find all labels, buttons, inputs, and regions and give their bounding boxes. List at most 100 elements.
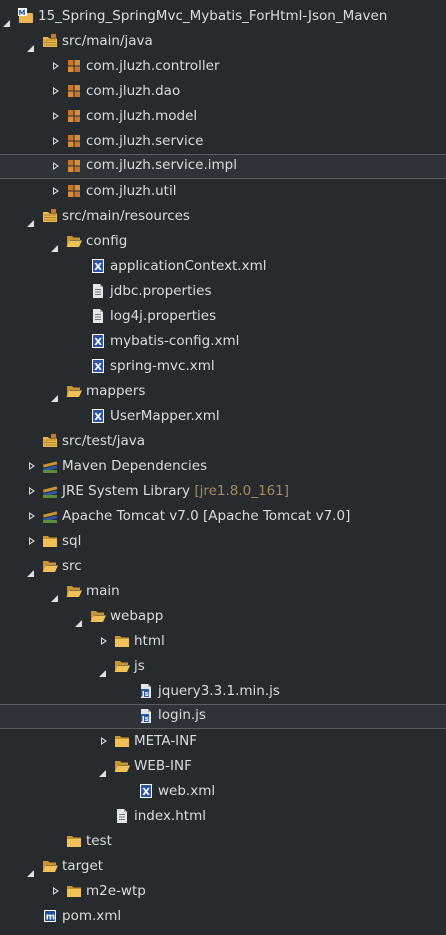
tree-item-text: UserMapper.xml [110,408,220,424]
tree-item-label: META-INF [134,729,197,754]
tree-item[interactable]: Xweb.xml [0,779,446,804]
tree-item[interactable]: mappers [0,379,446,404]
tree-item[interactable]: Js jquery3.3.1.min.js [0,679,446,704]
tree-item-label: 15_Spring_SpringMvc_Mybatis_ForHtml-Json… [38,4,387,29]
expand-toggle-icon[interactable] [53,87,59,95]
expand-toggle-icon[interactable] [53,112,59,120]
folder-open-icon [66,383,82,399]
folder-open-icon [42,858,58,874]
tree-item-label: js [134,654,145,679]
tree-item-text: mappers [86,383,146,399]
collapse-toggle-icon[interactable] [3,12,10,27]
tree-item[interactable]: com.jluzh.service [0,129,446,154]
tree-item-text: test [86,833,112,849]
expand-toggle-icon[interactable] [29,487,35,495]
tree-item[interactable]: Xspring-mvc.xml [0,354,446,379]
tree-item[interactable]: WEB-INF [0,754,446,779]
tree-item[interactable]: META-INF [0,729,446,754]
tree-item[interactable]: sql [0,529,446,554]
collapse-toggle-icon[interactable] [27,862,34,877]
tree-item-label: applicationContext.xml [110,254,267,279]
tree-item[interactable]: html [0,629,446,654]
text-file-icon [114,808,130,824]
tree-item-label: com.jluzh.util [86,179,176,204]
tree-item[interactable]: com.jluzh.util [0,179,446,204]
collapse-toggle-icon[interactable] [27,212,34,227]
collapse-toggle-icon[interactable] [51,237,58,252]
expand-toggle-icon[interactable] [53,137,59,145]
tree-item-text: com.jluzh.model [86,108,198,124]
tree-item[interactable]: m pom.xml [0,904,446,929]
tree-item[interactable]: Js login.js [0,704,446,729]
tree-item[interactable]: src [0,554,446,579]
library-version-decoration: [jre1.8.0_161] [194,483,290,499]
library-icon [42,483,58,499]
maven-project-icon: MJ [18,8,34,24]
tree-item[interactable]: com.jluzh.model [0,104,446,129]
tree-item[interactable]: X UserMapper.xml [0,404,446,429]
tree-item[interactable]: src/main/java [0,29,446,54]
tree-item[interactable]: log4j.properties [0,304,446,329]
folder-icon [42,533,58,549]
tree-item[interactable]: jdbc.properties [0,279,446,304]
tree-item-text: pom.xml [62,908,122,924]
tree-item-text: Maven Dependencies [62,458,208,474]
collapse-toggle-icon[interactable] [75,612,82,627]
svg-text:X: X [94,412,102,423]
tree-item-text: config [86,233,128,249]
expand-toggle-icon[interactable] [53,187,59,195]
tree-item[interactable]: webapp [0,604,446,629]
collapse-toggle-icon[interactable] [51,587,58,602]
expand-toggle-icon[interactable] [29,462,35,470]
tree-item[interactable]: Maven Dependencies [0,454,446,479]
source-folder-icon [42,208,58,224]
tree-item-text: main [86,583,120,599]
collapse-toggle-icon[interactable] [51,387,58,402]
tree-item-text: src/main/java [62,33,153,49]
tree-item[interactable]: test [0,829,446,854]
collapse-toggle-icon[interactable] [99,762,106,777]
tree-item[interactable]: Apache Tomcat v7.0 [Apache Tomcat v7.0] [0,504,446,529]
tree-item[interactable]: target [0,854,446,879]
tree-item[interactable]: index.html [0,804,446,829]
expand-toggle-icon[interactable] [101,637,107,645]
folder-icon [114,733,130,749]
tree-item-text: Apache Tomcat v7.0 [Apache Tomcat v7.0] [62,508,351,524]
tree-item[interactable]: XapplicationContext.xml [0,254,446,279]
tree-item-label: com.jluzh.service.impl [86,154,237,177]
collapse-toggle-icon[interactable] [27,562,34,577]
folder-open-icon [42,558,58,574]
tree-item[interactable]: Xmybatis-config.xml [0,329,446,354]
tree-item-text: WEB-INF [134,758,192,774]
collapse-toggle-icon[interactable] [27,37,34,52]
folder-open-icon [66,583,82,599]
tree-item[interactable]: src/main/resources [0,204,446,229]
tree-item[interactable]: M J 15_Spring_SpringMvc_Mybatis_ForHtml-Js… [0,4,446,29]
expand-toggle-icon[interactable] [53,887,59,895]
tree-item[interactable]: src/test/java [0,429,446,454]
tree-item-label: src/main/java [62,29,153,54]
tree-item[interactable]: com.jluzh.service.impl [0,154,446,179]
expand-toggle-icon[interactable] [101,737,107,745]
tree-item[interactable]: config [0,229,446,254]
tree-item[interactable]: com.jluzh.controller [0,54,446,79]
tree-item-text: html [134,633,165,649]
tree-item[interactable]: JRE System Library [jre1.8.0_161] [0,479,446,504]
tree-item-label: com.jluzh.controller [86,54,220,79]
expand-toggle-icon[interactable] [53,62,59,70]
collapse-toggle-icon[interactable] [99,662,106,677]
folder-icon [66,833,82,849]
expand-toggle-icon[interactable] [29,537,35,545]
xml-file-icon: X [90,333,106,349]
tree-item[interactable]: m2e-wtp [0,879,446,904]
tree-item[interactable]: js [0,654,446,679]
expand-toggle-icon[interactable] [53,162,59,170]
svg-text:X: X [142,787,150,798]
expand-toggle-icon[interactable] [29,512,35,520]
tree-item-text: log4j.properties [110,308,217,324]
source-folder-icon [42,433,58,449]
library-icon [42,508,58,524]
tree-item-label: com.jluzh.model [86,104,197,129]
tree-item[interactable]: com.jluzh.dao [0,79,446,104]
tree-item[interactable]: main [0,579,446,604]
